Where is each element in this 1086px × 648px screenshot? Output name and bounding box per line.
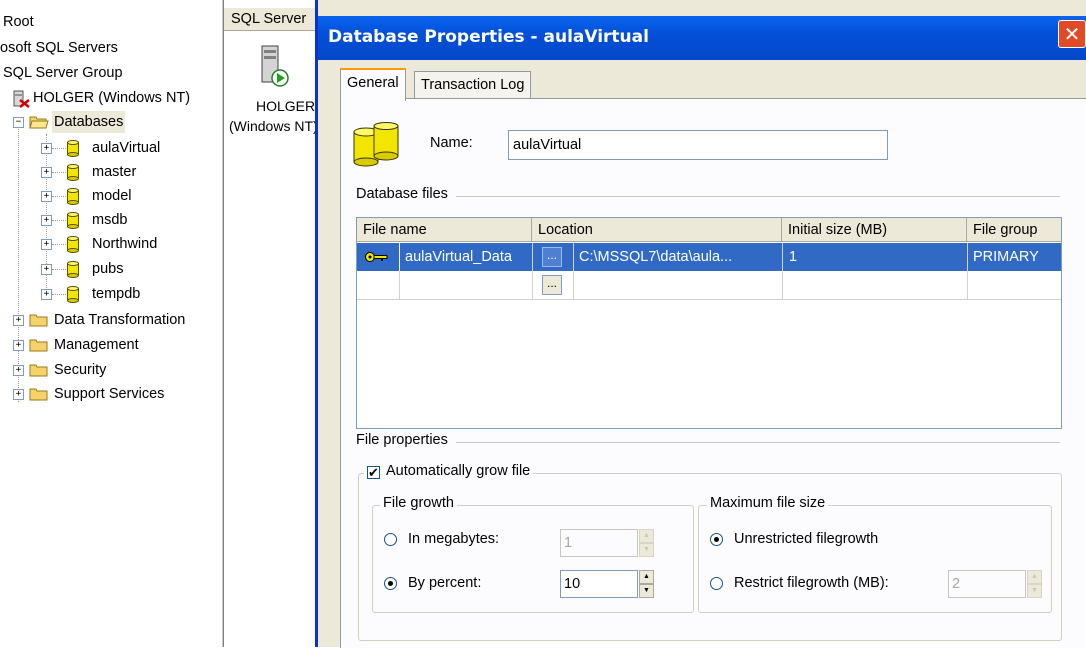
- tree-item-db[interactable]: + aulaVirtual: [40, 137, 222, 159]
- folder-icon: [29, 388, 48, 401]
- tree-item-folder[interactable]: + Support Services: [12, 383, 222, 405]
- tree-item-db[interactable]: + tempdb: [40, 283, 222, 305]
- cell-location: C:\MSSQL7\data\aula...: [579, 249, 733, 265]
- primary-key-icon: [365, 252, 388, 262]
- in-megabytes-radio[interactable]: [384, 533, 397, 546]
- restrict-label: Restrict filegrowth (MB):: [734, 575, 889, 591]
- database-icon: [67, 286, 79, 303]
- column-header-location[interactable]: Location: [532, 218, 782, 242]
- separator: [356, 196, 1060, 197]
- database-icon: [67, 188, 79, 205]
- expand-icon[interactable]: +: [41, 264, 52, 275]
- dialog-title: Database Properties - aulaVirtual: [328, 27, 649, 47]
- database-icon: [67, 140, 79, 157]
- expand-icon[interactable]: +: [13, 340, 24, 351]
- auto-grow-checkbox[interactable]: ✔: [367, 466, 380, 479]
- database-icon: [353, 122, 399, 167]
- details-pane: SQL Server HOLGER (Windows NT): [223, 0, 323, 647]
- cell-initial-size: 1: [789, 249, 798, 265]
- tree-item-folder[interactable]: + Security: [12, 359, 222, 381]
- database-properties-dialog: Database Properties - aulaVirtual ✕ Gene…: [315, 0, 1086, 648]
- database-files-label: Database files: [356, 186, 456, 202]
- database-files-grid[interactable]: File name Location Initial size (MB) Fil…: [356, 217, 1062, 429]
- tree-item-server[interactable]: HOLGER (Windows NT): [12, 87, 222, 109]
- server-label-os: (Windows NT): [229, 118, 318, 134]
- restrict-input[interactable]: 2: [948, 570, 1026, 598]
- megabytes-input[interactable]: 1: [560, 529, 638, 557]
- folder-icon: [29, 314, 48, 327]
- unrestricted-label: Unrestricted filegrowth: [734, 531, 879, 547]
- tree-item-databases[interactable]: − Databases: [12, 111, 222, 133]
- by-percent-radio[interactable]: [384, 577, 397, 590]
- percent-input[interactable]: 10: [560, 570, 638, 598]
- cell-file-group: PRIMARY: [973, 249, 1039, 265]
- tree-item-db[interactable]: + Northwind: [40, 233, 222, 255]
- folder-icon: [29, 364, 48, 377]
- folder-icon: [29, 339, 48, 352]
- spin-up-icon[interactable]: ▲: [639, 529, 654, 543]
- server-running-icon[interactable]: [260, 44, 290, 88]
- expand-icon[interactable]: +: [41, 143, 52, 154]
- database-icon: [67, 212, 79, 229]
- expand-icon[interactable]: +: [41, 289, 52, 300]
- tree-item-db[interactable]: + pubs: [40, 258, 222, 280]
- file-properties-label: File properties: [356, 432, 456, 448]
- console-tree: Root osoft SQL Servers SQL Server Group …: [0, 0, 223, 647]
- column-header-initial-size[interactable]: Initial size (MB): [782, 218, 967, 242]
- max-file-size-legend: Maximum file size: [707, 495, 829, 511]
- expand-icon[interactable]: +: [13, 315, 24, 326]
- column-header-file-name[interactable]: File name: [357, 218, 532, 242]
- spin-up-icon[interactable]: ▲: [1027, 570, 1042, 584]
- expand-icon[interactable]: +: [41, 191, 52, 202]
- auto-grow-label: Automatically grow file: [386, 463, 531, 479]
- title-bar[interactable]: Database Properties - aulaVirtual ✕: [318, 16, 1086, 60]
- tab-transaction-log[interactable]: Transaction Log: [414, 71, 532, 98]
- expand-icon[interactable]: +: [41, 167, 52, 178]
- tree-item-folder[interactable]: + Data Transformation: [12, 309, 222, 331]
- tree-item-db[interactable]: + msdb: [40, 209, 222, 231]
- expand-icon[interactable]: +: [13, 389, 24, 400]
- collapse-icon[interactable]: −: [13, 117, 24, 128]
- details-header: SQL Server: [224, 8, 323, 31]
- database-icon: [67, 164, 79, 181]
- browse-button[interactable]: ...: [542, 247, 562, 267]
- by-percent-label: By percent:: [408, 575, 482, 591]
- name-label: Name:: [430, 135, 473, 151]
- server-label: HOLGER: [256, 98, 316, 114]
- open-folder-icon: [29, 116, 49, 129]
- spin-down-icon[interactable]: ▼: [1027, 584, 1042, 598]
- name-input[interactable]: [508, 130, 888, 160]
- close-button[interactable]: ✕: [1058, 20, 1086, 48]
- spin-up-icon[interactable]: ▲: [639, 570, 654, 584]
- cell-file-name: aulaVirtual_Data: [405, 249, 512, 265]
- restrict-radio[interactable]: [710, 577, 723, 590]
- column-header-file-group[interactable]: File group: [967, 218, 1061, 242]
- database-icon: [67, 236, 79, 253]
- in-megabytes-label: In megabytes:: [408, 531, 500, 547]
- tab-general[interactable]: General: [340, 68, 406, 101]
- spin-down-icon[interactable]: ▼: [639, 543, 654, 557]
- expand-icon[interactable]: +: [41, 215, 52, 226]
- expand-icon[interactable]: +: [41, 239, 52, 250]
- tree-item-db[interactable]: + master: [40, 161, 222, 183]
- table-row-empty[interactable]: ...: [357, 271, 1061, 300]
- tree-item-db[interactable]: + model: [40, 185, 222, 207]
- browse-button[interactable]: ...: [542, 275, 562, 295]
- table-row[interactable]: aulaVirtual_Data ... C:\MSSQL7\data\aula…: [357, 243, 1061, 271]
- expand-icon[interactable]: +: [13, 365, 24, 376]
- tree-item-folder[interactable]: + Management: [12, 334, 222, 356]
- server-stopped-icon: [13, 90, 30, 108]
- spin-down-icon[interactable]: ▼: [639, 584, 654, 598]
- unrestricted-radio[interactable]: [710, 533, 723, 546]
- auto-grow-legend: ✔ Automatically grow file: [364, 463, 534, 479]
- separator: [356, 442, 1060, 443]
- database-icon: [67, 261, 79, 278]
- file-growth-legend: File growth: [380, 495, 457, 511]
